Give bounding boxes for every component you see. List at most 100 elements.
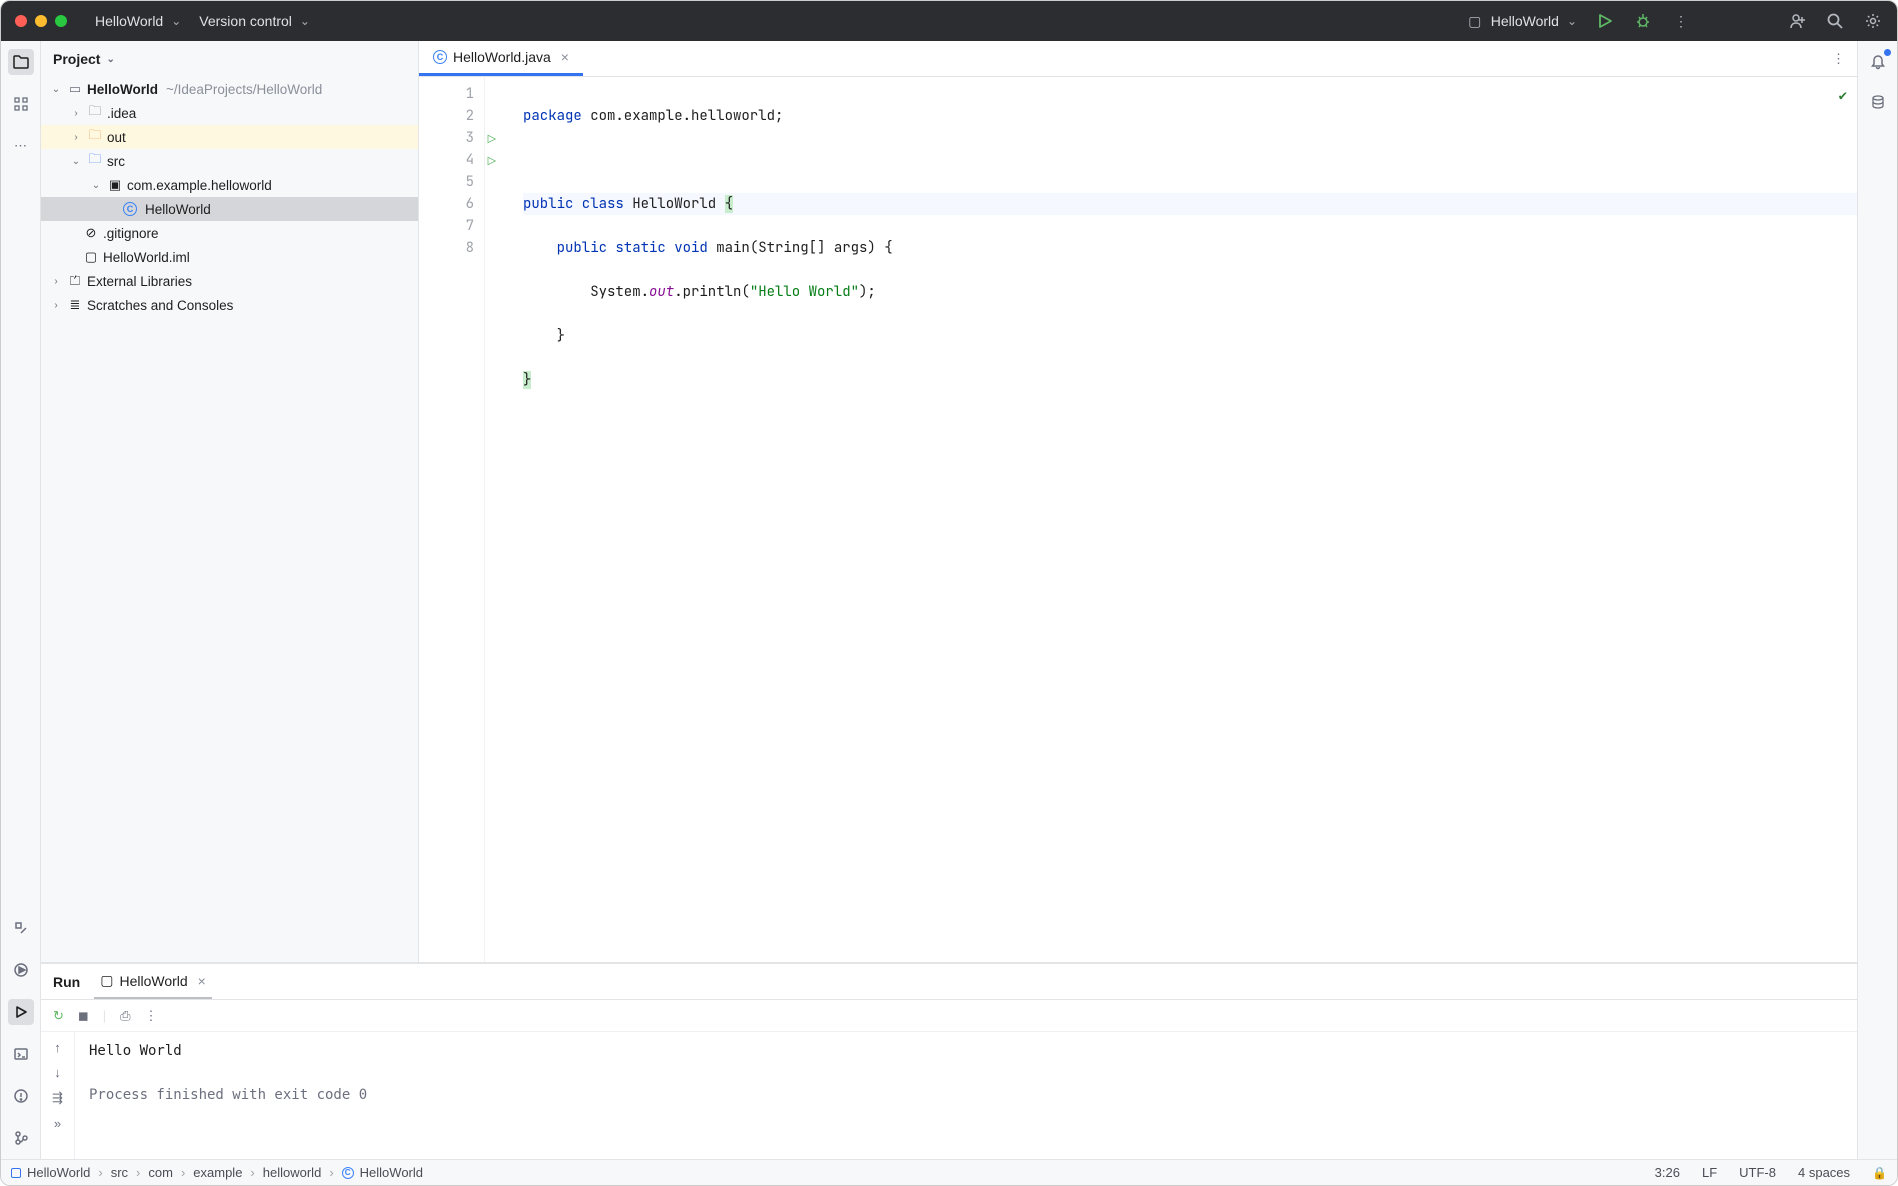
run-panel-title: Run	[53, 974, 80, 990]
down-button[interactable]: ↓	[54, 1065, 61, 1080]
screenshot-button[interactable]: ⎙	[120, 1008, 130, 1024]
soft-wrap-button[interactable]: ⇶	[52, 1090, 63, 1106]
caret-position[interactable]: 3:26	[1655, 1165, 1680, 1180]
run-more-button[interactable]: ⋮	[145, 1008, 158, 1024]
stop-button[interactable]: ◼	[78, 1008, 89, 1024]
code-editor[interactable]: 1 2 3▷ 4▷ 5 6 7 8 package com.example.he…	[419, 77, 1857, 962]
tree-item-iml[interactable]: ▢ HelloWorld.iml	[41, 245, 418, 269]
maximize-window-button[interactable]	[55, 15, 67, 27]
tree-label: .gitignore	[103, 226, 159, 241]
readonly-toggle[interactable]: 🔒	[1872, 1166, 1887, 1180]
tree-item-class[interactable]: C HelloWorld	[41, 197, 418, 221]
run-gutter-icon[interactable]: ▷	[488, 151, 496, 173]
tree-label: External Libraries	[87, 274, 192, 289]
project-panel-title: Project	[53, 51, 100, 67]
code-content[interactable]: package com.example.helloworld; public c…	[513, 77, 1857, 962]
editor-tab-label: HelloWorld.java	[453, 49, 551, 65]
tree-label: com.example.helloworld	[127, 178, 272, 193]
file-icon: ⊘	[83, 225, 99, 241]
more-actions-button[interactable]: ⋮	[1671, 11, 1691, 31]
vcs-dropdown[interactable]: Version control	[199, 13, 310, 29]
tree-label: .idea	[107, 106, 136, 121]
run-config-label: HelloWorld	[1491, 13, 1559, 29]
source-folder-icon: 🗀	[87, 150, 103, 172]
project-name-label: HelloWorld	[95, 13, 163, 29]
indent-setting[interactable]: 4 spaces	[1798, 1165, 1850, 1180]
breadcrumb-item[interactable]: src	[111, 1165, 128, 1180]
line-number: 1	[419, 83, 478, 105]
collaborate-button[interactable]	[1787, 11, 1807, 31]
console-exit: Process finished with exit code 0	[89, 1084, 1843, 1106]
line-number: 3▷	[419, 127, 478, 149]
project-dropdown[interactable]: HelloWorld	[95, 13, 181, 29]
run-toolbar: ↻ ◼ | ⎙ ⋮	[41, 1000, 1857, 1032]
minimize-window-button[interactable]	[35, 15, 47, 27]
tree-item-gitignore[interactable]: ⊘ .gitignore	[41, 221, 418, 245]
root-name: HelloWorld	[87, 82, 158, 97]
folder-icon: 🗀	[87, 126, 103, 148]
inspection-ok-icon[interactable]: ✔	[1839, 85, 1847, 107]
project-panel-header[interactable]: Project ⌄	[41, 41, 418, 77]
build-tool-button[interactable]	[8, 915, 34, 941]
close-run-tab-button[interactable]	[194, 973, 206, 989]
run-tab[interactable]: ▢ HelloWorld	[94, 964, 212, 999]
tree-label: Scratches and Consoles	[87, 298, 233, 313]
breadcrumb[interactable]: HelloWorld src com example helloworld C …	[11, 1165, 423, 1180]
more-tools-button[interactable]: ⋯	[8, 133, 34, 159]
services-tool-button[interactable]	[8, 957, 34, 983]
notification-dot-icon	[1884, 49, 1891, 56]
module-icon: ▭	[67, 81, 83, 97]
class-icon: C	[433, 50, 447, 64]
terminal-tool-button[interactable]	[8, 1041, 34, 1067]
breadcrumb-item[interactable]: HelloWorld	[360, 1165, 423, 1180]
debug-button[interactable]	[1633, 11, 1653, 31]
tree-root[interactable]: ⌄ ▭ HelloWorld ~/IdeaProjects/HelloWorld	[41, 77, 418, 101]
vcs-tool-button[interactable]	[8, 1125, 34, 1151]
scroll-end-button[interactable]: »	[54, 1116, 61, 1131]
class-icon: C	[342, 1167, 354, 1179]
tree-item-idea[interactable]: › 🗀 .idea	[41, 101, 418, 125]
scratch-icon: ≣	[67, 297, 83, 313]
right-tool-rail	[1857, 41, 1897, 1159]
settings-button[interactable]	[1863, 11, 1883, 31]
vcs-label: Version control	[199, 13, 292, 29]
rerun-button[interactable]: ↻	[53, 1008, 64, 1024]
close-tab-button[interactable]	[557, 49, 569, 65]
database-tool-button[interactable]	[1865, 89, 1891, 115]
editor-tab[interactable]: C HelloWorld.java	[419, 41, 583, 76]
breadcrumb-item[interactable]: com	[148, 1165, 173, 1180]
library-icon: ⏍	[67, 273, 83, 289]
editor-tab-more-button[interactable]: ⋮	[1820, 41, 1857, 76]
run-config-dropdown[interactable]: ▢ HelloWorld	[1465, 11, 1577, 31]
tree-item-out[interactable]: › 🗀 out	[41, 125, 418, 149]
line-number: 2	[419, 105, 478, 127]
search-button[interactable]	[1825, 11, 1845, 31]
run-console[interactable]: Hello World Process finished with exit c…	[75, 1032, 1857, 1159]
application-icon: ▢	[1465, 11, 1485, 31]
breadcrumb-item[interactable]: helloworld	[263, 1165, 322, 1180]
root-path: ~/IdeaProjects/HelloWorld	[166, 82, 322, 97]
run-gutter-icon[interactable]: ▷	[488, 129, 496, 151]
tree-item-ext-lib[interactable]: › ⏍ External Libraries	[41, 269, 418, 293]
project-tool-button[interactable]	[8, 49, 34, 75]
line-number: 8	[419, 237, 478, 259]
file-icon: ▢	[83, 249, 99, 265]
breadcrumb-item[interactable]: example	[193, 1165, 242, 1180]
run-tool-button[interactable]	[8, 999, 34, 1025]
close-window-button[interactable]	[15, 15, 27, 27]
line-separator[interactable]: LF	[1702, 1165, 1717, 1180]
breadcrumb-item[interactable]: HelloWorld	[27, 1165, 90, 1180]
run-button[interactable]	[1595, 11, 1615, 31]
tree-item-src[interactable]: ⌄ 🗀 src	[41, 149, 418, 173]
editor-tabs: C HelloWorld.java ⋮	[419, 41, 1857, 77]
status-bar: HelloWorld src com example helloworld C …	[1, 1159, 1897, 1185]
up-button[interactable]: ↑	[54, 1040, 61, 1055]
tree-item-package[interactable]: ⌄ ▣ com.example.helloworld	[41, 173, 418, 197]
problems-tool-button[interactable]	[8, 1083, 34, 1109]
package-icon: ▣	[107, 177, 123, 193]
file-encoding[interactable]: UTF-8	[1739, 1165, 1776, 1180]
tree-item-scratches[interactable]: › ≣ Scratches and Consoles	[41, 293, 418, 317]
notifications-button[interactable]	[1865, 49, 1891, 75]
structure-tool-button[interactable]	[8, 91, 34, 117]
run-tab-label: HelloWorld	[119, 973, 187, 989]
